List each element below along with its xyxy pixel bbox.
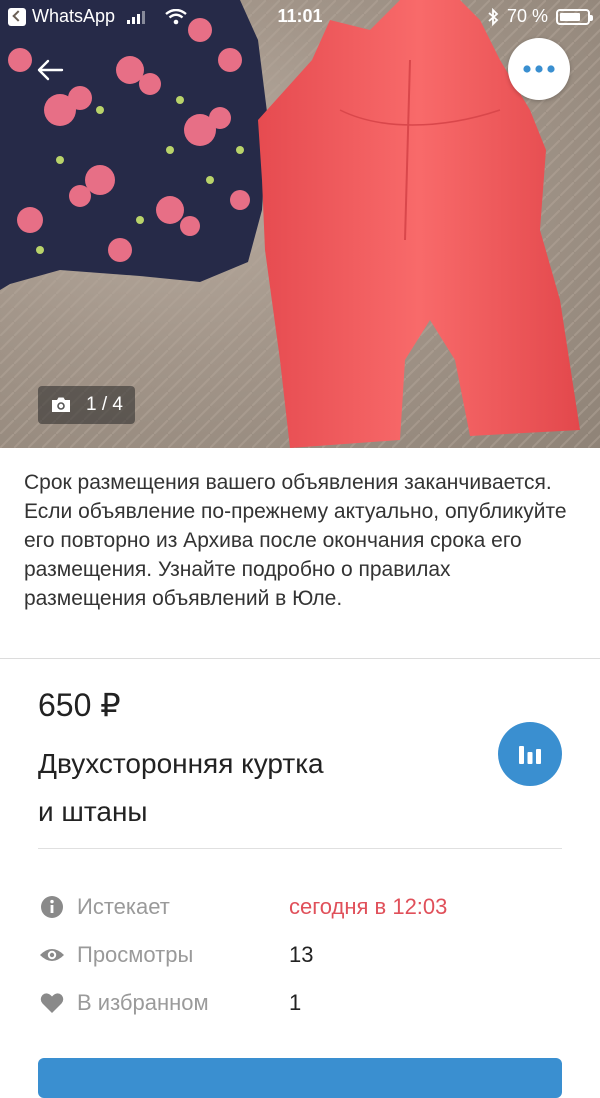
camera-icon xyxy=(52,397,70,412)
views-value: 13 xyxy=(289,942,314,967)
section-divider xyxy=(0,658,600,659)
favorites-row: В избранном 1 xyxy=(38,983,562,1023)
expires-row: Истекает сегодня в 12:03 xyxy=(38,887,562,927)
favorites-value: 1 xyxy=(289,990,302,1015)
bottom-action-button[interactable] xyxy=(38,1058,562,1098)
expires-value: сегодня в 12:03 xyxy=(289,894,448,919)
statistics-button[interactable] xyxy=(498,722,562,786)
expiry-notice: Срок размещения вашего объявления заканч… xyxy=(24,471,567,610)
eye-icon xyxy=(40,949,64,961)
expires-label: Истекает xyxy=(77,894,170,919)
favorites-label: В избранном xyxy=(77,990,209,1015)
bluetooth-icon xyxy=(488,7,499,26)
bar-chart-icon xyxy=(519,746,541,764)
more-options-button[interactable] xyxy=(508,38,570,100)
views-row: Просмотры 13 xyxy=(38,935,562,975)
battery-percent: 70 % xyxy=(506,6,548,26)
photo-counter[interactable]: 1 / 4 xyxy=(38,386,135,424)
views-label: Просмотры xyxy=(77,942,194,967)
info-icon xyxy=(41,896,63,918)
status-bar: WhatsApp 11:01 70 % xyxy=(0,0,600,34)
back-button[interactable] xyxy=(28,48,72,92)
listing-title: Двухсторонняя куртка и штаны xyxy=(38,740,438,836)
heart-icon xyxy=(40,993,64,1013)
battery-icon xyxy=(556,8,593,25)
photo-counter-text: 1 / 4 xyxy=(86,394,123,415)
listing-divider xyxy=(38,848,562,849)
listing-price: 650 ₽ xyxy=(38,687,121,723)
more-dots-icon xyxy=(523,65,555,73)
listing-title-line-2: и штаны xyxy=(38,796,148,827)
arrow-left-icon xyxy=(37,59,64,81)
listing-title-line-1: Двухсторонняя куртка xyxy=(38,748,324,779)
